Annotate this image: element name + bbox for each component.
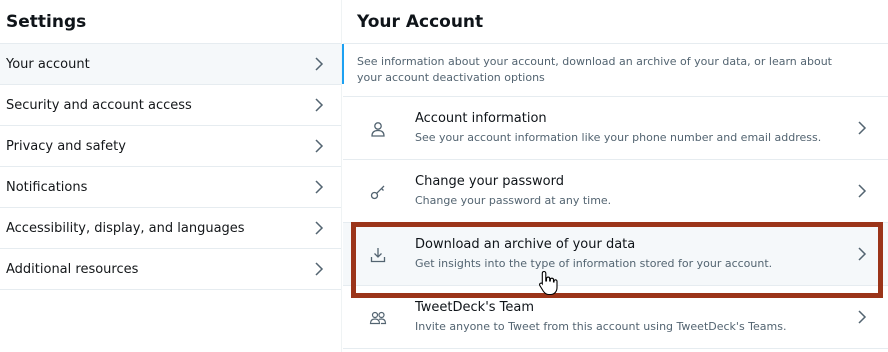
sidebar-item-label: Accessibility, display, and languages: [6, 220, 245, 236]
chevron-right-icon: [313, 57, 325, 71]
account-panel: Your Account See information about your …: [342, 0, 888, 352]
page-title: Your Account: [357, 12, 484, 32]
change-password-item[interactable]: Change your password Change your passwor…: [343, 160, 888, 223]
sidebar-item-additional-resources[interactable]: Additional resources: [0, 249, 341, 290]
item-title: Download an archive of your data: [415, 237, 636, 252]
sidebar-item-label: Additional resources: [6, 261, 139, 277]
sidebar-item-security[interactable]: Security and account access: [0, 85, 341, 126]
settings-title: Settings: [6, 12, 87, 32]
item-title: Account information: [415, 111, 547, 126]
tweetdeck-team-item[interactable]: TweetDeck's Team Invite anyone to Tweet …: [343, 286, 888, 349]
item-subtitle: Get insights into the type of informatio…: [415, 257, 773, 270]
item-subtitle: See your account information like your p…: [415, 131, 822, 144]
chevron-right-icon: [856, 184, 868, 198]
account-information-item[interactable]: Account information See your account inf…: [343, 97, 888, 160]
chevron-right-icon: [856, 247, 868, 261]
sidebar-item-privacy[interactable]: Privacy and safety: [0, 126, 341, 167]
chevron-right-icon: [856, 121, 868, 135]
account-description: See information about your account, down…: [343, 44, 888, 97]
sidebar-item-label: Notifications: [6, 179, 88, 195]
sidebar-item-label: Your account: [6, 56, 90, 72]
chevron-right-icon: [313, 139, 325, 153]
item-title: Change your password: [415, 174, 564, 189]
chevron-right-icon: [313, 98, 325, 112]
sidebar-item-notifications[interactable]: Notifications: [0, 167, 341, 208]
active-indicator: [342, 44, 344, 84]
person-icon: [369, 120, 387, 138]
account-header: Your Account: [343, 0, 888, 44]
settings-sidebar: Settings Your account Security and accou…: [0, 0, 342, 352]
settings-header: Settings: [0, 0, 341, 44]
key-icon: [369, 183, 387, 201]
sidebar-item-your-account[interactable]: Your account: [0, 44, 341, 85]
chevron-right-icon: [313, 180, 325, 194]
chevron-right-icon: [856, 310, 868, 324]
sidebar-item-label: Security and account access: [6, 97, 192, 113]
chevron-right-icon: [313, 221, 325, 235]
download-archive-item[interactable]: Download an archive of your data Get ins…: [343, 223, 888, 286]
sidebar-item-accessibility[interactable]: Accessibility, display, and languages: [0, 208, 341, 249]
item-subtitle: Change your password at any time.: [415, 194, 612, 207]
item-subtitle: Invite anyone to Tweet from this account…: [415, 320, 787, 333]
chevron-right-icon: [313, 262, 325, 276]
item-title: TweetDeck's Team: [415, 300, 535, 315]
team-icon: [369, 309, 387, 327]
download-icon: [369, 246, 387, 264]
sidebar-item-label: Privacy and safety: [6, 138, 126, 154]
